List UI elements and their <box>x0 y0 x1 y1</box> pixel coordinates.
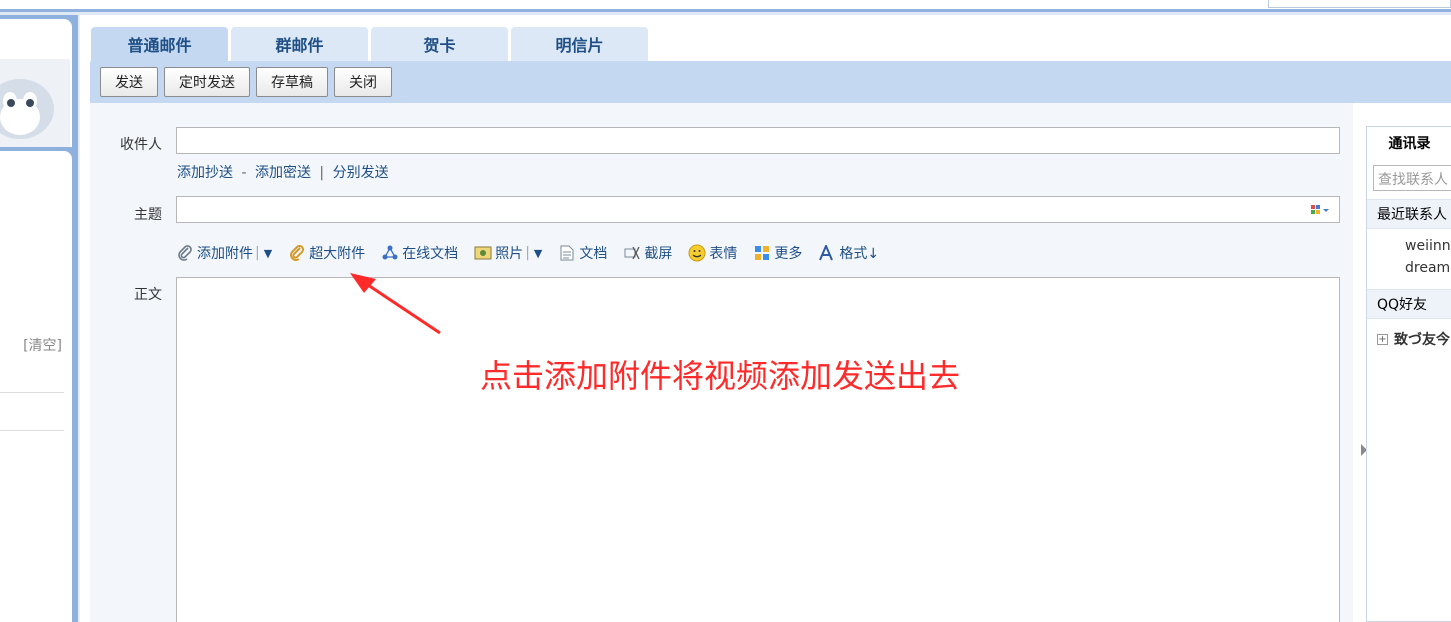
clear-link[interactable]: [清空] <box>23 335 62 355</box>
contacts-search-input[interactable]: 查找联系人 <box>1373 165 1451 191</box>
scissors-icon <box>623 244 641 262</box>
cc-links: 添加抄送 - 添加密送 | 分别发送 <box>177 162 389 182</box>
screenshot-label: 截屏 <box>644 246 673 262</box>
tab-group-mail[interactable]: 群邮件 <box>231 27 368 61</box>
apps-grid-icon <box>753 244 771 262</box>
chevron-down-icon[interactable]: ▼ <box>264 247 272 260</box>
smiley-icon <box>688 244 706 262</box>
friend-group[interactable]: + 致づ友今 <box>1367 329 1451 349</box>
paperclip-icon <box>176 244 194 262</box>
to-label: 收件人 <box>120 137 162 153</box>
more-label: 更多 <box>774 246 803 262</box>
format-label: 格式↓ <box>839 246 880 262</box>
document-button[interactable]: 文档 <box>558 243 607 263</box>
body-label: 正文 <box>134 287 162 303</box>
online-doc-label: 在线文档 <box>402 246 459 262</box>
add-bcc-link[interactable]: 添加密送 <box>255 165 311 181</box>
format-button[interactable]: 格式↓ <box>818 243 879 263</box>
qq-penguin-icon <box>0 59 70 147</box>
divider <box>0 392 64 393</box>
save-draft-button[interactable]: 存草稿 <box>256 67 328 97</box>
left-panel: [清空] <box>0 15 78 622</box>
emoji-label: 表情 <box>709 246 738 262</box>
font-format-icon <box>818 244 836 262</box>
screenshot-button[interactable]: 截屏 <box>623 243 672 263</box>
photo-button[interactable]: 照片 | ▼ <box>474 243 542 263</box>
large-attachment-label: 超大附件 <box>309 246 366 262</box>
photo-icon <box>474 244 492 262</box>
large-attachment-button[interactable]: 超大附件 <box>288 243 365 263</box>
divider <box>0 430 64 431</box>
tab-normal-mail[interactable]: 普通邮件 <box>91 27 228 61</box>
stationery-grid-icon[interactable] <box>1311 204 1331 219</box>
compose-form: 收件人 添加抄送 - 添加密送 | 分别发送 主题 添加附件 | ▼ 超大附件 … <box>90 103 1367 622</box>
attachment-toolbar: 添加附件 | ▼ 超大附件 在线文档 照片 | ▼ 文档 截屏 表情 更多 格式… <box>176 243 895 263</box>
emoji-button[interactable]: 表情 <box>688 243 737 263</box>
separate-send-link[interactable]: 分别发送 <box>333 165 389 181</box>
annotation-text: 点击添加附件将视频添加发送出去 <box>480 357 961 395</box>
share-nodes-icon <box>381 244 399 262</box>
to-field[interactable] <box>176 127 1340 154</box>
add-cc-link[interactable]: 添加抄送 <box>177 165 233 181</box>
add-attachment-label: 添加附件 <box>197 246 253 262</box>
recent-contact[interactable]: dream <box>1367 257 1451 279</box>
photo-label: 照片 <box>495 246 524 262</box>
recent-contacts-header[interactable]: 最近联系人 <box>1367 199 1451 229</box>
compose-panel: 普通邮件 群邮件 贺卡 明信片 发送 定时发送 存草稿 关闭 收件人 添加抄送 … <box>78 15 1451 622</box>
separator: - <box>241 165 247 181</box>
expand-icon[interactable]: + <box>1377 333 1388 345</box>
annotation-arrow <box>350 273 441 335</box>
document-label: 文档 <box>579 246 608 262</box>
recent-contact[interactable]: weiinn <box>1367 235 1451 257</box>
qq-friends-header[interactable]: QQ好友 <box>1367 289 1451 319</box>
friend-group-label: 致づ友今 <box>1394 332 1450 348</box>
tab-greeting-card[interactable]: 贺卡 <box>371 27 508 61</box>
subject-label: 主题 <box>134 207 162 223</box>
send-button[interactable]: 发送 <box>100 67 158 97</box>
separator: | <box>525 245 530 261</box>
large-paperclip-icon <box>288 244 306 262</box>
tab-postcard[interactable]: 明信片 <box>511 27 648 61</box>
subject-field[interactable] <box>176 196 1340 223</box>
contacts-sidebar: 通讯录 查找联系人 最近联系人 weiinn dream QQ好友 + 致づ友今 <box>1366 126 1451 622</box>
separator: | <box>319 165 325 181</box>
separator: | <box>255 245 260 261</box>
left-folder-card: [清空] <box>0 151 72 622</box>
add-attachment-button[interactable]: 添加附件 | ▼ <box>176 243 272 263</box>
logo-card <box>0 19 72 147</box>
top-bar <box>0 0 1451 12</box>
more-button[interactable]: 更多 <box>753 243 802 263</box>
compose-toolbar: 发送 定时发送 存草稿 关闭 <box>90 61 1451 103</box>
timed-send-button[interactable]: 定时发送 <box>164 67 250 97</box>
online-doc-button[interactable]: 在线文档 <box>381 243 458 263</box>
mail-type-tabs: 普通邮件 群邮件 贺卡 明信片 <box>91 27 648 61</box>
close-button[interactable]: 关闭 <box>334 67 392 97</box>
top-search-field[interactable] <box>1268 0 1451 8</box>
contacts-title[interactable]: 通讯录 <box>1367 127 1451 159</box>
chevron-down-icon[interactable]: ▼ <box>534 247 542 260</box>
document-icon <box>558 244 576 262</box>
